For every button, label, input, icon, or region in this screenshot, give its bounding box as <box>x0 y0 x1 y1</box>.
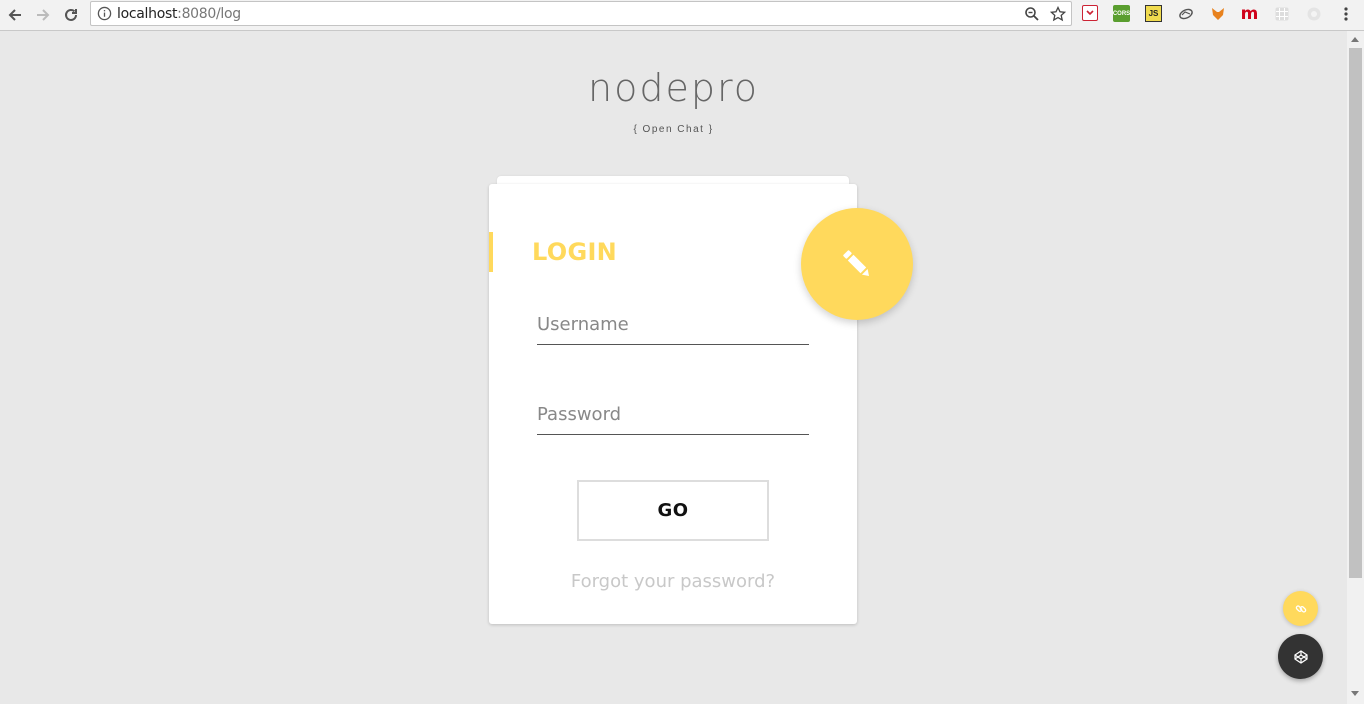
grid-extension-icon[interactable] <box>1273 5 1290 22</box>
pocket-extension-icon[interactable] <box>1082 5 1098 21</box>
login-accent-bar <box>489 232 493 272</box>
arrow-right-icon <box>37 9 50 21</box>
scroll-up-arrow-icon[interactable] <box>1351 37 1359 42</box>
zoom-icon[interactable] <box>1024 6 1040 22</box>
scroll-thumb[interactable] <box>1349 48 1362 578</box>
url-path: :8080/log <box>177 6 241 22</box>
cors-extension-icon[interactable]: CORS <box>1113 5 1130 22</box>
url-text[interactable]: localhost:8080/log <box>117 6 241 22</box>
circle-icon <box>1307 7 1320 20</box>
page-scrollbar[interactable] <box>1347 31 1364 704</box>
m-extension-icon[interactable]: m <box>1240 3 1259 24</box>
star-icon[interactable] <box>1050 6 1066 22</box>
link-icon <box>1295 604 1306 613</box>
url-host: localhost <box>117 6 178 22</box>
swirl-icon <box>1178 8 1193 19</box>
pocket-icon <box>1086 10 1094 16</box>
disabled-extension-icon[interactable] <box>1305 5 1322 22</box>
password-input[interactable] <box>537 395 809 435</box>
go-button[interactable]: GO <box>577 480 769 541</box>
info-icon[interactable] <box>97 6 112 21</box>
forgot-password-link[interactable]: Forgot your password? <box>489 571 857 592</box>
js-label: JS <box>1148 9 1159 18</box>
codepen-icon <box>1293 649 1308 664</box>
brand-title: nodepro <box>588 66 759 110</box>
codepen-button[interactable] <box>1278 634 1323 679</box>
username-input[interactable] <box>537 305 809 345</box>
metamask-extension-icon[interactable] <box>1209 5 1226 22</box>
scroll-down-arrow-icon[interactable] <box>1351 691 1359 696</box>
js-extension-icon[interactable]: JS <box>1145 5 1162 22</box>
reload-icon <box>65 8 77 21</box>
register-toggle-button[interactable] <box>801 208 913 320</box>
m-label: m <box>1240 3 1259 24</box>
more-vertical-icon <box>1343 6 1348 21</box>
fox-icon <box>1211 7 1224 20</box>
pencil-icon <box>843 250 870 277</box>
wappalyzer-extension-icon[interactable] <box>1177 5 1194 22</box>
arrow-left-icon <box>8 9 21 21</box>
browser-toolbar: localhost:8080/log CORS JS m <box>0 0 1364 31</box>
login-title: LOGIN <box>532 238 618 266</box>
browser-menu-button[interactable] <box>1337 5 1354 22</box>
link-button[interactable] <box>1283 591 1318 626</box>
back-button[interactable] <box>4 4 26 26</box>
grid-icon <box>1275 7 1288 20</box>
cors-label: CORS <box>1112 10 1131 17</box>
address-bar[interactable]: localhost:8080/log <box>90 1 1072 26</box>
brand-subtitle: { Open Chat } <box>633 124 714 135</box>
reload-button[interactable] <box>60 4 82 26</box>
forward-button[interactable] <box>32 4 54 26</box>
